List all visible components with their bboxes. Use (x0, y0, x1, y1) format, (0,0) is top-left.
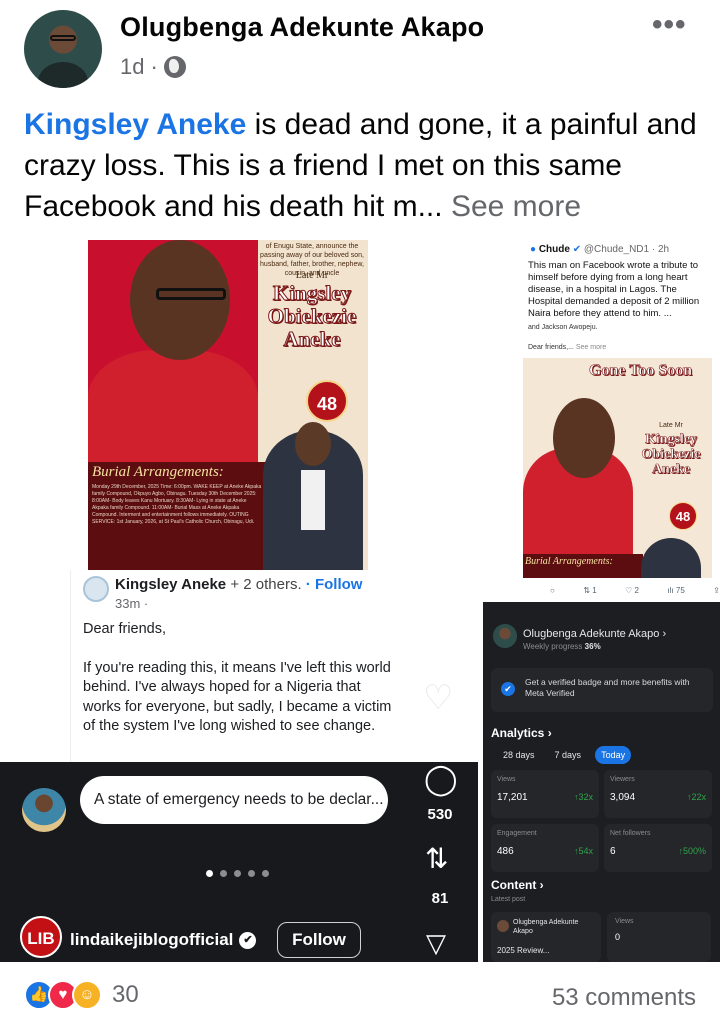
poster-burial-details: Monday 29th December, 2025 Time: 6:00pm.… (92, 484, 262, 525)
tweet-share-icon: ⇪ (713, 586, 720, 595)
obituary-poster: of Enugu State, announce the passing awa… (88, 240, 368, 580)
media-image-obituary[interactable]: of Enugu State, announce the passing awa… (0, 240, 478, 762)
reaction-count: 30 (112, 981, 139, 1008)
poster-burial-title: Burial Arrangements: (92, 464, 224, 480)
weekly-progress: Weekly progress 36% (523, 642, 601, 651)
tweet-poster-late: Late Mr (659, 422, 683, 429)
account-name: lindaikejiblogofficial ✔ (70, 930, 257, 950)
author-avatar[interactable] (24, 10, 102, 88)
quoted-greeting: Dear friends, (83, 621, 167, 637)
quoted-post: Kingsley Aneke + 2 others. · Follow 33m … (70, 570, 408, 762)
post-footer: 👍 ♥ ☺ 30 53 comments (0, 962, 720, 1013)
tweet-name: Chude (538, 244, 570, 255)
quoted-author: Kingsley Aneke (115, 576, 227, 593)
latest-post-views: Views 0 (607, 912, 711, 962)
analytics-title: Analytics › (491, 726, 552, 740)
reactions-summary[interactable]: 👍 ♥ ☺ 30 (24, 980, 139, 1010)
tweet-header: ● Chude ✔ @Chude_ND1 · 2h (530, 244, 670, 255)
mention-link[interactable]: Kingsley Aneke (24, 108, 246, 141)
analytics-profile-name: Olugbenga Adekunte Akapo › (523, 628, 667, 640)
tweet-poster-age: 48 (669, 502, 697, 530)
tweet-poster-name: Kingsley Obiekezie Aneke (641, 432, 701, 478)
author-name[interactable]: Olugbenga Adekunte Akapo (120, 12, 484, 43)
quoted-follow: · Follow (301, 576, 363, 593)
analytics-tabs: 28 days 7 days Today (497, 746, 632, 764)
quoted-avatar (83, 576, 109, 602)
quoted-time: 33m · (115, 596, 149, 611)
tweet-reply-icon: ○ (550, 586, 555, 595)
share-icon: ▽ (426, 928, 446, 958)
latest-post-label: Latest post (491, 896, 526, 903)
verified-badge-icon: ✔ (501, 682, 515, 696)
media-grid[interactable]: of Enugu State, announce the passing awa… (0, 240, 720, 962)
tweet-poster: Gone Too Soon Late Mr Kingsley Obiekezie… (523, 358, 712, 578)
latest-post-card: Olugbenga Adekunte Akapo 2025 Review... (491, 912, 601, 962)
comment-preview: A state of emergency needs to be declar.… (80, 776, 388, 824)
tweet-views-icon: ılı 75 (667, 586, 685, 595)
metric-card-engagement: Engagement 486 ↑54x (491, 824, 599, 872)
carousel-dot (248, 870, 255, 877)
tweet-actions: ○ ⇅ 1 ♡ 2 ılı 75 ⇪ (550, 586, 720, 595)
post-meta: 1d · (120, 54, 186, 80)
meta-separator: · (150, 54, 158, 79)
tab-7-days: 7 days (554, 750, 582, 760)
poster-name: Kingsley Obiekezie Aneke (267, 281, 357, 351)
carousel-dot (220, 870, 227, 877)
tweet-retweet-icon: ⇅ 1 (583, 586, 597, 595)
heart-icon: ♡ (423, 679, 454, 717)
metric-card-viewers: Viewers 3,094 ↑22x (604, 770, 712, 818)
tweet-poster-title: Gone Too Soon (589, 362, 693, 380)
quoted-others: + 2 others. (226, 576, 302, 593)
post-caption: Kingsley Aneke is dead and gone, it a pa… (24, 104, 704, 227)
carousel-dots (206, 870, 269, 877)
reel-follow-button: Follow (277, 922, 361, 958)
poster-inset-photo (263, 422, 363, 580)
carousel-dot (234, 870, 241, 877)
quoted-header: Kingsley Aneke + 2 others. · Follow (115, 576, 362, 593)
globe-icon (163, 56, 186, 78)
more-options-icon[interactable]: ••• (652, 8, 687, 42)
comments-count-link[interactable]: 53 comments (552, 984, 696, 1012)
poster-age-badge: 48 (306, 380, 348, 422)
content-title: Content › (491, 878, 544, 892)
account-logo: LIB (20, 916, 62, 958)
tab-today: Today (595, 746, 632, 764)
carousel-dot (262, 870, 269, 877)
comment-bubble-icon: ◯ (424, 763, 458, 796)
analytics-avatar (493, 624, 517, 648)
tab-28-days: 28 days (503, 750, 535, 760)
verified-icon: ✔ (239, 931, 257, 949)
tweet-poster-burial: Burial Arrangements: (525, 556, 613, 567)
post-time[interactable]: 1d (120, 54, 144, 80)
reel-comments-count: 530 (427, 806, 453, 823)
post-header: Olugbenga Adekunte Akapo 1d · ••• (0, 0, 720, 100)
repost-icon: ⇅ (425, 843, 449, 874)
tweet-handle: @Chude_ND1 · 2h (583, 244, 670, 255)
media-image-tweet[interactable]: ● Chude ✔ @Chude_ND1 · 2h This man on Fa… (520, 240, 720, 600)
media-image-analytics[interactable]: Olugbenga Adekunte Akapo › Weekly progre… (483, 602, 720, 962)
commenter-avatar (22, 788, 66, 832)
tweet-like-icon: ♡ 2 (625, 586, 639, 595)
carousel-dot (206, 870, 213, 877)
tweet-sub: and Jackson Awopeju. (528, 324, 598, 331)
meta-verified-banner: ✔ Get a verified badge and more benefits… (491, 668, 713, 712)
reel-side-panel (408, 570, 478, 762)
quoted-body: If you're reading this, it means I've le… (83, 659, 392, 735)
reel-reposts-count: 81 (431, 890, 449, 907)
metric-card-net-followers: Net followers 6 ↑500% (604, 824, 712, 872)
tweet-text: This man on Facebook wrote a tribute to … (528, 260, 700, 319)
see-more-link[interactable]: See more (451, 190, 581, 223)
poster-late-mr: Late Mr (295, 270, 329, 281)
metric-card-views: Views 17,201 ↑32x (491, 770, 599, 818)
care-reaction-icon: ☺ (72, 980, 102, 1010)
tweet-sub2: Dear friends,... See more (528, 344, 607, 351)
quoted-text: Dear friends, If you're reading this, it… (83, 620, 401, 756)
